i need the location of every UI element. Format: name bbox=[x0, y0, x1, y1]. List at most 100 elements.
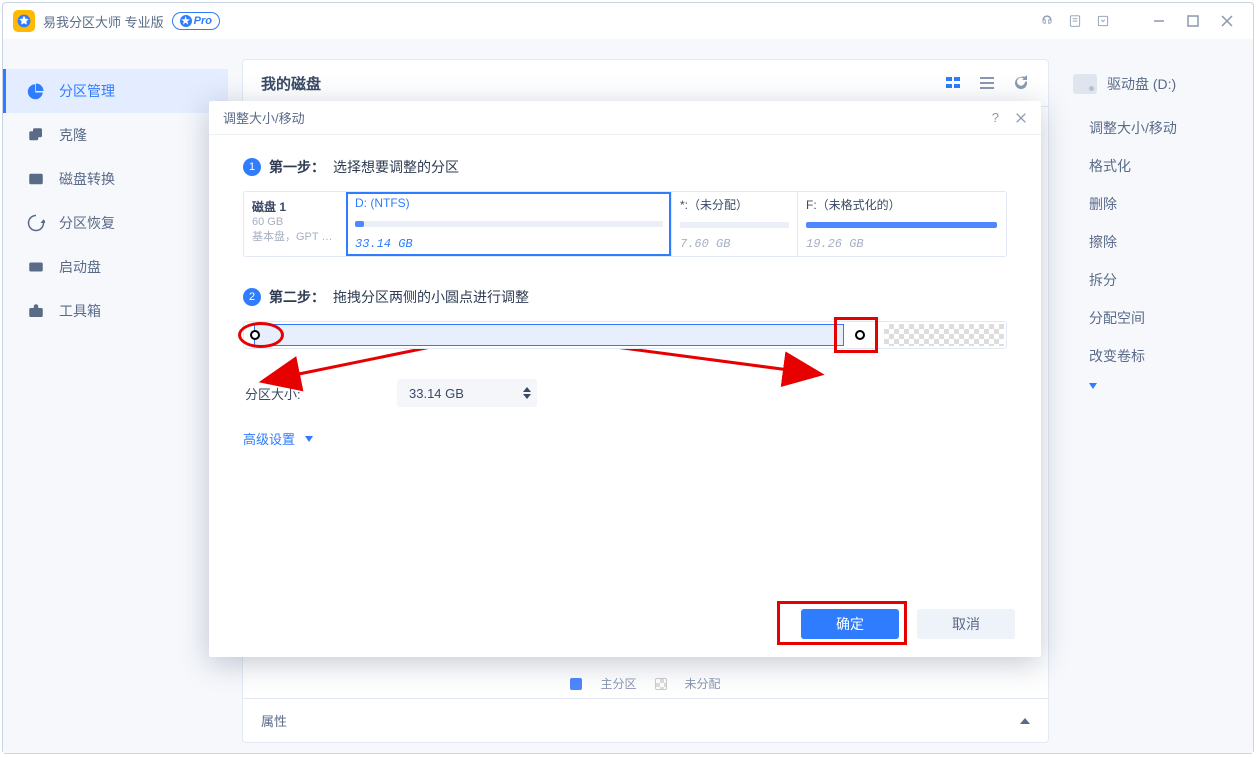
close-button[interactable] bbox=[1211, 7, 1243, 35]
cancel-button[interactable]: 取消 bbox=[917, 609, 1015, 639]
minimize-button[interactable] bbox=[1143, 7, 1175, 35]
partition-name: D: (NTFS) bbox=[355, 196, 663, 210]
pie-icon bbox=[27, 82, 45, 100]
size-label: 分区大小: bbox=[243, 384, 373, 403]
action-allocate[interactable]: 分配空间 bbox=[1073, 299, 1247, 337]
panel-title: 我的磁盘 bbox=[261, 73, 321, 94]
step1-badge: 1 bbox=[243, 158, 261, 176]
step2-label: 第二步： bbox=[269, 287, 325, 307]
sidebar-item-label: 分区恢复 bbox=[59, 213, 115, 233]
action-delete[interactable]: 删除 bbox=[1073, 185, 1247, 223]
right-actions-panel: 驱动盘 (D:) 调整大小/移动 格式化 删除 擦除 拆分 分配空间 改变卷标 bbox=[1063, 39, 1253, 753]
disk-total: 60 GB bbox=[252, 215, 338, 230]
resize-slider[interactable] bbox=[243, 321, 1007, 349]
drive-label: 驱动盘 (D:) bbox=[1107, 74, 1176, 94]
action-label[interactable]: 改变卷标 bbox=[1073, 337, 1247, 375]
disk-overview: 磁盘 1 60 GB 基本盘，GPT … D: (NTFS) 33.14 GB … bbox=[243, 191, 1007, 257]
annotation-ok-button bbox=[777, 601, 907, 645]
view-grid-icon[interactable] bbox=[944, 74, 962, 92]
refresh-icon[interactable] bbox=[1012, 74, 1030, 92]
size-field-row: 分区大小: 33.14 GB bbox=[243, 379, 1007, 407]
disk-convert-icon bbox=[27, 170, 45, 188]
legend-primary-swatch bbox=[570, 678, 582, 690]
maximize-button[interactable] bbox=[1177, 7, 1209, 35]
step2-row: 2 第二步： 拖拽分区两侧的小圆点进行调整 bbox=[243, 287, 1007, 307]
action-split[interactable]: 拆分 bbox=[1073, 261, 1247, 299]
advanced-label: 高级设置 bbox=[243, 429, 295, 448]
sidebar-item-label: 启动盘 bbox=[59, 257, 101, 277]
partition-name: *:（未分配） bbox=[680, 196, 789, 213]
attributes-row[interactable]: 属性 bbox=[243, 698, 1048, 742]
legend-primary-label: 主分区 bbox=[600, 675, 636, 692]
note-icon[interactable] bbox=[1061, 7, 1089, 35]
step2-badge: 2 bbox=[243, 288, 261, 306]
resize-move-dialog: 调整大小/移动 ? 1 第一步： 选择想要调整的分区 磁盘 1 60 GB 基本… bbox=[209, 101, 1041, 657]
panel-title-bar: 我的磁盘 bbox=[242, 59, 1049, 107]
annotation-left-handle bbox=[238, 322, 284, 348]
partition-name: F:（未格式化的） bbox=[806, 196, 997, 213]
sidebar-item-label: 磁盘转换 bbox=[59, 169, 115, 189]
chevron-down-icon[interactable] bbox=[1089, 383, 1097, 389]
annotation-right-handle bbox=[834, 317, 878, 353]
disk-info: 磁盘 1 60 GB 基本盘，GPT … bbox=[244, 192, 346, 256]
action-wipe[interactable]: 擦除 bbox=[1073, 223, 1247, 261]
disk-name: 磁盘 1 bbox=[252, 198, 338, 215]
step1-row: 1 第一步： 选择想要调整的分区 bbox=[243, 157, 1007, 177]
dialog-help-icon[interactable]: ? bbox=[992, 110, 999, 125]
app-logo-icon bbox=[13, 10, 35, 32]
spin-down-icon[interactable] bbox=[523, 394, 531, 399]
sidebar-item-label: 克隆 bbox=[59, 125, 87, 145]
sidebar-item-partition-manage[interactable]: 分区管理 bbox=[3, 69, 228, 113]
partition-size: 7.60 GB bbox=[680, 237, 789, 251]
legend-unalloc-swatch bbox=[655, 678, 667, 690]
advanced-settings-toggle[interactable]: 高级设置 bbox=[243, 429, 1007, 448]
slider-fill-region bbox=[254, 324, 844, 346]
sidebar-item-partition-recover[interactable]: 分区恢复 bbox=[3, 201, 228, 245]
partition-f[interactable]: F:（未格式化的） 19.26 GB bbox=[797, 192, 1005, 256]
app-window: 易我分区大师 专业版 Pro 分区管理 克隆 磁盘转换 bbox=[2, 2, 1254, 754]
partition-d[interactable]: D: (NTFS) 33.14 GB bbox=[346, 192, 671, 256]
chevron-down-icon bbox=[305, 436, 313, 442]
partition-size: 19.26 GB bbox=[806, 237, 997, 251]
action-format[interactable]: 格式化 bbox=[1073, 147, 1247, 185]
sidebar-item-clone[interactable]: 克隆 bbox=[3, 113, 228, 157]
step2-text: 拖拽分区两侧的小圆点进行调整 bbox=[333, 287, 529, 307]
boot-icon bbox=[27, 258, 45, 276]
chevron-up-icon bbox=[1020, 718, 1030, 724]
step1-label: 第一步： bbox=[269, 157, 325, 177]
spin-up-icon[interactable] bbox=[523, 387, 531, 392]
app-title: 易我分区大师 专业版 bbox=[43, 12, 164, 31]
toolbox-icon bbox=[27, 302, 45, 320]
dialog-close-icon[interactable] bbox=[1015, 110, 1027, 125]
drive-header: 驱动盘 (D:) bbox=[1073, 59, 1247, 109]
attributes-label: 属性 bbox=[261, 711, 287, 730]
legend: 主分区 未分配 bbox=[243, 675, 1048, 692]
dialog-header: 调整大小/移动 ? bbox=[209, 101, 1041, 135]
sidebar-item-label: 工具箱 bbox=[59, 301, 101, 321]
view-list-icon[interactable] bbox=[978, 74, 996, 92]
clone-icon bbox=[27, 126, 45, 144]
sidebar-item-boot-disk[interactable]: 启动盘 bbox=[3, 245, 228, 289]
partition-size: 33.14 GB bbox=[355, 237, 663, 251]
sidebar-item-label: 分区管理 bbox=[59, 81, 115, 101]
titlebar: 易我分区大师 专业版 Pro bbox=[3, 3, 1253, 39]
step1-text: 选择想要调整的分区 bbox=[333, 157, 459, 177]
sidebar-item-disk-convert[interactable]: 磁盘转换 bbox=[3, 157, 228, 201]
disk-type: 基本盘，GPT … bbox=[252, 230, 338, 245]
dialog-body: 1 第一步： 选择想要调整的分区 磁盘 1 60 GB 基本盘，GPT … D:… bbox=[209, 135, 1041, 591]
partition-unallocated[interactable]: *:（未分配） 7.60 GB bbox=[671, 192, 797, 256]
legend-unalloc-label: 未分配 bbox=[685, 675, 721, 692]
action-resize-move[interactable]: 调整大小/移动 bbox=[1073, 109, 1247, 147]
size-spinbox[interactable]: 33.14 GB bbox=[397, 379, 537, 407]
drive-icon bbox=[1073, 74, 1097, 94]
support-icon[interactable] bbox=[1033, 7, 1061, 35]
edition-badge: Pro bbox=[172, 12, 220, 30]
slider-unallocated-region bbox=[884, 324, 1004, 346]
sidebar: 分区管理 克隆 磁盘转换 分区恢复 启动盘 工具箱 bbox=[3, 39, 228, 753]
sidebar-item-toolbox[interactable]: 工具箱 bbox=[3, 289, 228, 333]
dialog-footer: 确定 取消 bbox=[209, 591, 1041, 657]
dialog-title: 调整大小/移动 bbox=[223, 108, 305, 127]
recover-icon bbox=[27, 214, 45, 232]
size-value: 33.14 GB bbox=[409, 386, 464, 401]
misc-icon[interactable] bbox=[1089, 7, 1117, 35]
